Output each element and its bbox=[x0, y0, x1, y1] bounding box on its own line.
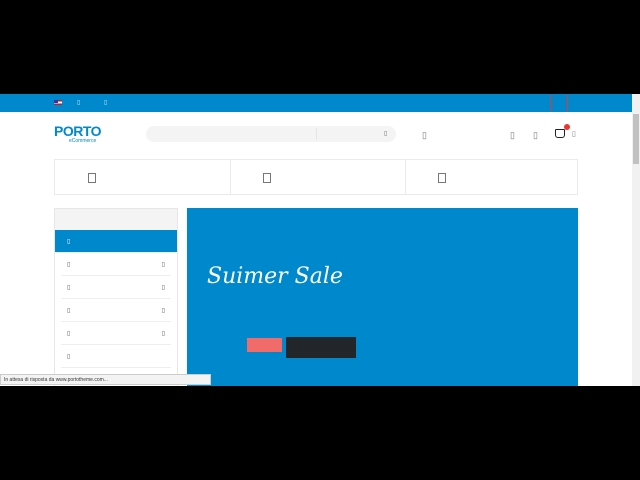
currency-icon[interactable]: ▯ bbox=[77, 99, 80, 106]
logo-subtext: eCommerce bbox=[69, 138, 97, 144]
hero-banner[interactable]: Suimer Sale bbox=[187, 208, 578, 386]
page-scrollbar[interactable] bbox=[632, 94, 640, 386]
info-box-support bbox=[405, 160, 580, 194]
language-icon[interactable]: ▯ bbox=[104, 99, 107, 106]
sidebar-item[interactable]: ▯ ▯ bbox=[61, 322, 171, 345]
support-icon bbox=[438, 173, 446, 183]
cart-count-badge bbox=[564, 124, 570, 130]
sidebar-item[interactable]: ▯ ▯ bbox=[61, 276, 171, 299]
wishlist-icon[interactable]: ▯ bbox=[533, 130, 538, 141]
cart-icon[interactable] bbox=[555, 124, 570, 138]
logo[interactable]: PORTO eCommerce bbox=[54, 123, 102, 144]
category-icon: ▯ bbox=[67, 262, 71, 268]
sidebar-item[interactable]: ▯ bbox=[55, 230, 177, 253]
banner-title: Suimer Sale bbox=[207, 264, 343, 289]
menu-icon[interactable]: ▯ bbox=[572, 130, 576, 138]
chevron-right-icon: ▯ bbox=[161, 262, 165, 268]
category-icon: ▯ bbox=[67, 285, 71, 291]
search-icon[interactable]: ▯ bbox=[384, 130, 387, 137]
info-box-shipping bbox=[55, 160, 231, 194]
browser-status-bar: In attesa di risposta da www.portotheme.… bbox=[0, 374, 211, 385]
info-box-returns bbox=[230, 160, 406, 194]
user-icon[interactable]: ▯ bbox=[510, 130, 515, 141]
search-divider bbox=[316, 128, 317, 140]
returns-icon bbox=[263, 173, 271, 183]
sidebar-header bbox=[55, 209, 177, 230]
top-bar: ▯ ▯ bbox=[0, 94, 632, 112]
chevron-right-icon: ▯ bbox=[161, 285, 165, 291]
category-icon: ▯ bbox=[67, 331, 71, 337]
logo-text: PORTO bbox=[54, 123, 102, 139]
browser-viewport: ▯ ▯ PORTO eCommerce ▯ ▯ ▯ ▯ ▯ ▯ ▯ ▯ ▯ ▯ ▯ ▯… bbox=[0, 94, 640, 386]
chevron-right-icon: ▯ bbox=[161, 308, 165, 314]
shipping-icon bbox=[88, 173, 96, 183]
sidebar-item[interactable]: ▯ bbox=[61, 345, 171, 368]
highlight-box bbox=[550, 95, 568, 111]
bag-icon bbox=[555, 129, 565, 138]
site-header: PORTO eCommerce ▯ ▯ ▯ ▯ ▯ bbox=[0, 112, 632, 157]
sidebar-item[interactable]: ▯ ▯ bbox=[61, 253, 171, 276]
sidebar-item[interactable]: ▯ ▯ bbox=[61, 299, 171, 322]
shop-now-button[interactable] bbox=[286, 337, 356, 358]
phone-icon[interactable]: ▯ bbox=[422, 130, 427, 141]
category-icon: ▯ bbox=[67, 354, 71, 360]
search-input[interactable]: ▯ bbox=[146, 126, 396, 142]
info-boxes bbox=[54, 159, 578, 195]
scrollbar-thumb[interactable] bbox=[633, 114, 639, 164]
category-icon: ▯ bbox=[67, 308, 71, 314]
promo-tag bbox=[247, 338, 282, 352]
chevron-right-icon: ▯ bbox=[161, 331, 165, 337]
us-flag-icon[interactable] bbox=[54, 100, 62, 105]
category-icon: ▯ bbox=[67, 239, 71, 245]
category-sidebar: ▯ ▯▯ ▯▯ ▯▯ ▯▯ ▯ ▯ bbox=[54, 208, 178, 386]
